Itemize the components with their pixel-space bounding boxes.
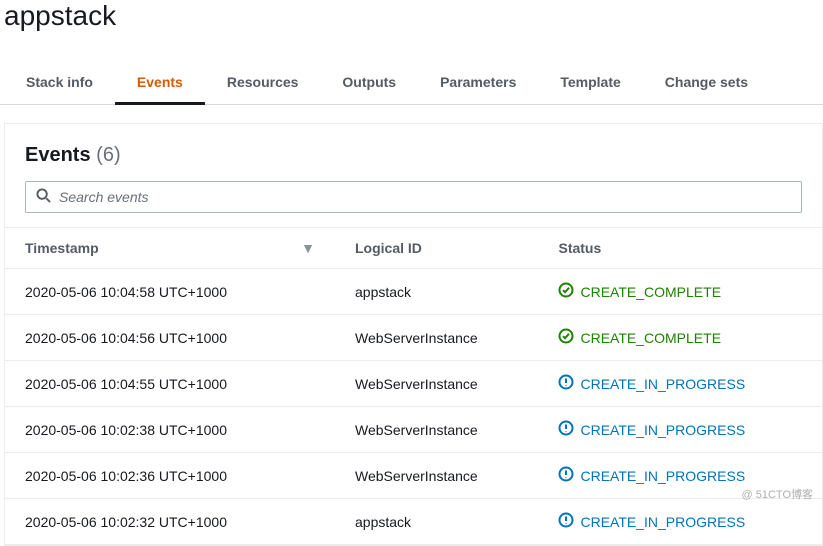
check-circle-icon — [558, 328, 574, 347]
info-circle-icon — [558, 420, 574, 439]
col-status[interactable]: Status — [538, 228, 822, 269]
search-input[interactable] — [59, 189, 791, 205]
cell-logical-id: appstack — [335, 269, 538, 315]
info-circle-icon — [558, 512, 574, 531]
tab-events[interactable]: Events — [115, 62, 205, 105]
info-circle-icon — [558, 466, 574, 485]
cell-status: CREATE_IN_PROGRESS — [538, 361, 822, 407]
cell-timestamp: 2020-05-06 10:02:32 UTC+1000 — [5, 499, 335, 545]
events-heading: Events (6) — [5, 144, 822, 181]
tab-template[interactable]: Template — [538, 62, 642, 104]
tab-resources[interactable]: Resources — [205, 62, 321, 104]
cell-logical-id: WebServerInstance — [335, 361, 538, 407]
events-title: Events — [25, 144, 91, 166]
cell-status: CREATE_IN_PROGRESS — [538, 499, 822, 545]
table-row: 2020-05-06 10:04:55 UTC+1000WebServerIns… — [5, 361, 822, 407]
status-text: CREATE_IN_PROGRESS — [580, 468, 745, 484]
watermark: @ 51CTO博客 — [742, 486, 813, 502]
table-row: 2020-05-06 10:04:56 UTC+1000WebServerIns… — [5, 315, 822, 361]
cell-timestamp: 2020-05-06 10:04:55 UTC+1000 — [5, 361, 335, 407]
search-icon — [36, 188, 59, 206]
cell-timestamp: 2020-05-06 10:04:56 UTC+1000 — [5, 315, 335, 361]
table-row: 2020-05-06 10:02:38 UTC+1000WebServerIns… — [5, 407, 822, 453]
cell-logical-id: appstack — [335, 499, 538, 545]
cell-status: CREATE_COMPLETE — [538, 315, 822, 361]
cell-logical-id: WebServerInstance — [335, 407, 538, 453]
tab-parameters[interactable]: Parameters — [418, 62, 538, 104]
table-row: 2020-05-06 10:02:32 UTC+1000appstack CREA… — [5, 499, 822, 545]
info-circle-icon — [558, 374, 574, 393]
col-timestamp[interactable]: Timestamp ▼ — [5, 228, 335, 269]
tab-outputs[interactable]: Outputs — [320, 62, 418, 104]
status-text: CREATE_IN_PROGRESS — [580, 422, 745, 438]
table-row: 2020-05-06 10:02:36 UTC+1000WebServerIns… — [5, 453, 822, 499]
tabs: Stack info Events Resources Outputs Para… — [0, 62, 823, 105]
events-count: (6) — [96, 144, 120, 166]
status-text: CREATE_COMPLETE — [580, 284, 721, 300]
tab-change-sets[interactable]: Change sets — [643, 62, 770, 104]
tab-stack-info[interactable]: Stack info — [4, 62, 115, 104]
events-panel: Events (6) Timestamp ▼ Logical ID Status… — [4, 123, 823, 546]
cell-logical-id: WebServerInstance — [335, 315, 538, 361]
status-text: CREATE_IN_PROGRESS — [580, 514, 745, 530]
table-row: 2020-05-06 10:04:58 UTC+1000appstack CREA… — [5, 269, 822, 315]
cell-timestamp: 2020-05-06 10:02:38 UTC+1000 — [5, 407, 335, 453]
cell-status: CREATE_COMPLETE — [538, 269, 822, 315]
status-text: CREATE_COMPLETE — [580, 330, 721, 346]
events-table: Timestamp ▼ Logical ID Status 2020-05-06… — [5, 227, 822, 545]
cell-timestamp: 2020-05-06 10:04:58 UTC+1000 — [5, 269, 335, 315]
check-circle-icon — [558, 282, 574, 301]
cell-timestamp: 2020-05-06 10:02:36 UTC+1000 — [5, 453, 335, 499]
status-text: CREATE_IN_PROGRESS — [580, 376, 745, 392]
cell-status: CREATE_IN_PROGRESS — [538, 407, 822, 453]
search-events[interactable] — [25, 181, 802, 213]
cell-logical-id: WebServerInstance — [335, 453, 538, 499]
col-logical-id[interactable]: Logical ID — [335, 228, 538, 269]
sort-desc-icon: ▼ — [301, 240, 315, 256]
page-title: appstack — [0, 0, 823, 44]
